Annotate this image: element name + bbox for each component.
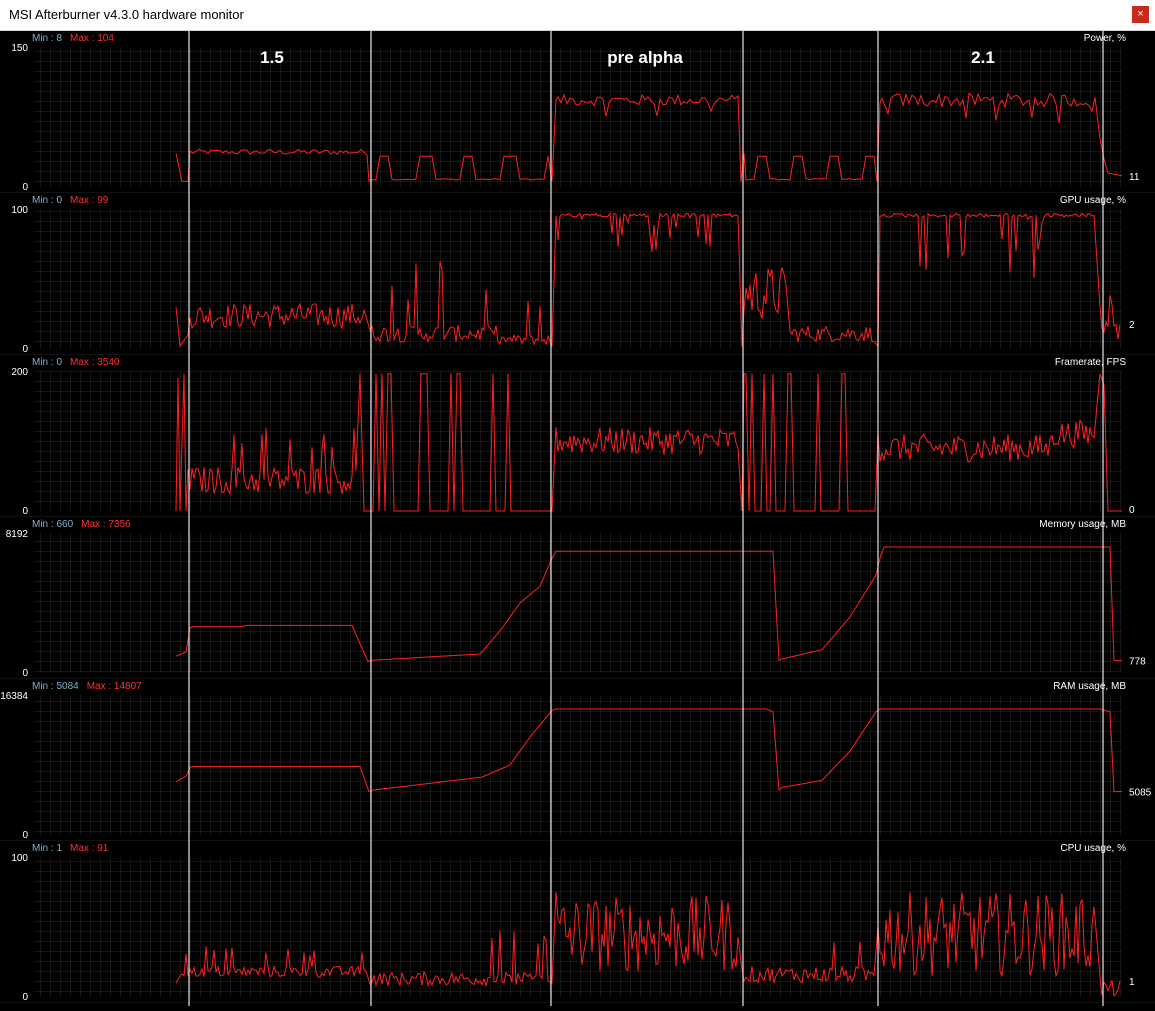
y-axis-min: 0 xyxy=(22,668,28,679)
current-value: 778 xyxy=(1129,656,1146,667)
y-axis-max: 8192 xyxy=(6,529,29,540)
graph-name: Framerate, FPS xyxy=(1055,357,1126,368)
graph-grid xyxy=(34,47,1122,187)
y-axis-min: 0 xyxy=(22,506,28,517)
marker-label: pre alpha xyxy=(607,48,683,67)
current-value: 0 xyxy=(1129,505,1135,516)
window-title: MSI Afterburner v4.3.0 hardware monitor xyxy=(9,7,244,22)
y-axis-max: 200 xyxy=(11,367,28,378)
y-axis-max: 16384 xyxy=(0,691,28,702)
y-axis-min: 0 xyxy=(22,830,28,841)
graph-name: CPU usage, % xyxy=(1060,843,1126,854)
graph-grid xyxy=(34,371,1122,511)
graph-name: Power, % xyxy=(1084,33,1126,44)
current-value: 11 xyxy=(1129,172,1140,183)
max-label: Max : 104 xyxy=(70,33,114,44)
window-titlebar: MSI Afterburner v4.3.0 hardware monitor … xyxy=(0,0,1155,31)
min-label: Min : 8 xyxy=(32,33,62,44)
max-label: Max : 14807 xyxy=(87,681,142,692)
max-label: Max : 7356 xyxy=(81,519,131,530)
graph-name: Memory usage, MB xyxy=(1039,519,1126,530)
current-value: 5085 xyxy=(1129,788,1152,799)
max-label: Max : 91 xyxy=(70,843,109,854)
y-axis-max: 100 xyxy=(11,205,28,216)
y-axis-max: 100 xyxy=(11,853,28,864)
min-label: Min : 660 xyxy=(32,519,74,530)
graph-grid xyxy=(34,695,1122,835)
hardware-monitor-panel[interactable]: Min : 8 Max : 104 Power, % 150 0 11 Min : 0 Max… xyxy=(0,31,1155,1006)
min-label: Min : 0 xyxy=(32,357,62,368)
marker-label: 1.5 xyxy=(260,48,284,67)
marker-label: 2.1 xyxy=(971,48,995,67)
y-axis-min: 0 xyxy=(22,182,28,193)
monitor-graphs: Min : 8 Max : 104 Power, % 150 0 11 Min : 0 Max… xyxy=(0,31,1155,1006)
y-axis-max: 150 xyxy=(11,43,28,54)
graph-name: GPU usage, % xyxy=(1060,195,1126,206)
max-label: Max : 3540 xyxy=(70,357,120,368)
y-axis-min: 0 xyxy=(22,992,28,1003)
graph-name: RAM usage, MB xyxy=(1053,681,1126,692)
current-value: 2 xyxy=(1129,320,1135,331)
close-button[interactable]: × xyxy=(1132,6,1149,23)
max-label: Max : 99 xyxy=(70,195,109,206)
current-value: 1 xyxy=(1129,977,1135,988)
min-label: Min : 0 xyxy=(32,195,62,206)
y-axis-min: 0 xyxy=(22,344,28,355)
min-label: Min : 5084 xyxy=(32,681,79,692)
graph-grid xyxy=(34,209,1122,349)
min-label: Min : 1 xyxy=(32,843,62,854)
graph-grid xyxy=(34,533,1122,673)
